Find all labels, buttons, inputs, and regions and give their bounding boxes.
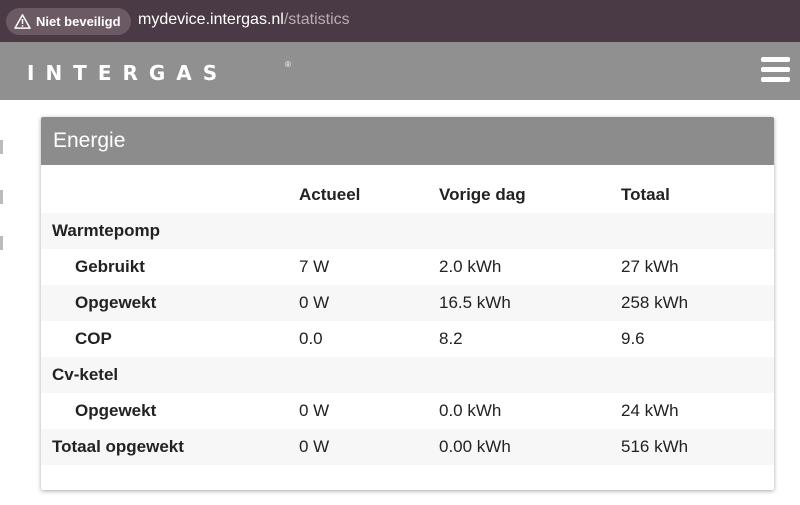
cell-actueel: 7 W xyxy=(299,257,330,276)
row-label: COP xyxy=(75,329,112,348)
hamburger-menu-icon[interactable] xyxy=(761,55,790,84)
energy-table: Actueel Vorige dag Totaal Warmtepomp Geb… xyxy=(41,177,774,465)
energy-card: Energie Actueel Vorige dag Totaal Warmte… xyxy=(41,117,774,490)
row-label: Opgewekt xyxy=(75,401,157,420)
row-label: Opgewekt xyxy=(75,293,157,312)
cell-vorige-dag xyxy=(439,357,621,393)
security-label: Niet beveiligd xyxy=(36,14,121,29)
cell-vorige-dag: 0.00 kWh xyxy=(439,437,511,456)
cell-actueel: 0 W xyxy=(299,401,330,420)
cell-totaal: 27 kWh xyxy=(621,257,679,276)
site-header: INTERGAS ® xyxy=(0,42,800,100)
menu-bar xyxy=(761,67,790,72)
cell-actueel xyxy=(299,213,439,249)
left-edge-mark xyxy=(0,236,3,250)
cell-totaal xyxy=(621,213,774,249)
table-row: Opgewekt 0 W 16.5 kWh 258 kWh xyxy=(41,285,774,321)
cell-totaal: 516 kWh xyxy=(621,437,689,456)
table-row: Gebruikt 7 W 2.0 kWh 27 kWh xyxy=(41,249,774,285)
cell-vorige-dag xyxy=(439,213,621,249)
column-header-actueel: Actueel xyxy=(299,185,361,204)
cell-actueel: 0.0 xyxy=(299,329,323,348)
warning-icon xyxy=(14,14,31,29)
column-header xyxy=(41,177,299,213)
cell-totaal: 9.6 xyxy=(621,329,645,348)
row-label: Warmtepomp xyxy=(52,221,160,240)
table-row: Warmtepomp xyxy=(41,213,774,249)
left-edge-mark xyxy=(0,190,3,204)
url-field[interactable]: mydevice.intergas.nl/statistics xyxy=(138,11,350,29)
cell-actueel: 0 W xyxy=(299,437,330,456)
cell-actueel xyxy=(299,357,439,393)
browser-address-bar: Niet beveiligd mydevice.intergas.nl/stat… xyxy=(0,0,800,42)
row-label: Totaal opgewekt xyxy=(52,437,184,456)
security-indicator[interactable]: Niet beveiligd xyxy=(6,8,131,35)
intergas-logo[interactable]: INTERGAS xyxy=(27,61,228,85)
cell-totaal xyxy=(621,357,774,393)
column-header-vorige-dag: Vorige dag xyxy=(439,185,526,204)
table-row: Cv-ketel xyxy=(41,357,774,393)
url-host: mydevice.intergas.nl xyxy=(138,11,284,28)
cell-totaal: 24 kWh xyxy=(621,401,679,420)
cell-vorige-dag: 2.0 kWh xyxy=(439,257,502,276)
table-row: Totaal opgewekt 0 W 0.00 kWh 516 kWh xyxy=(41,429,774,465)
cell-vorige-dag: 8.2 xyxy=(439,329,463,348)
left-edge-mark xyxy=(0,140,3,154)
cell-totaal: 258 kWh xyxy=(621,293,689,312)
table-header-row: Actueel Vorige dag Totaal xyxy=(41,177,774,213)
menu-bar xyxy=(761,77,790,82)
url-path: /statistics xyxy=(283,11,350,28)
menu-bar xyxy=(761,57,790,62)
cell-vorige-dag: 16.5 kWh xyxy=(439,293,511,312)
card-title: Energie xyxy=(41,117,774,165)
row-label: Cv-ketel xyxy=(52,365,119,384)
registered-mark: ® xyxy=(285,60,291,69)
table-row: Opgewekt 0 W 0.0 kWh 24 kWh xyxy=(41,393,774,429)
row-label: Gebruikt xyxy=(75,257,145,276)
table-row: COP 0.0 8.2 9.6 xyxy=(41,321,774,357)
cell-vorige-dag: 0.0 kWh xyxy=(439,401,502,420)
column-header-totaal: Totaal xyxy=(621,185,670,204)
cell-actueel: 0 W xyxy=(299,293,330,312)
